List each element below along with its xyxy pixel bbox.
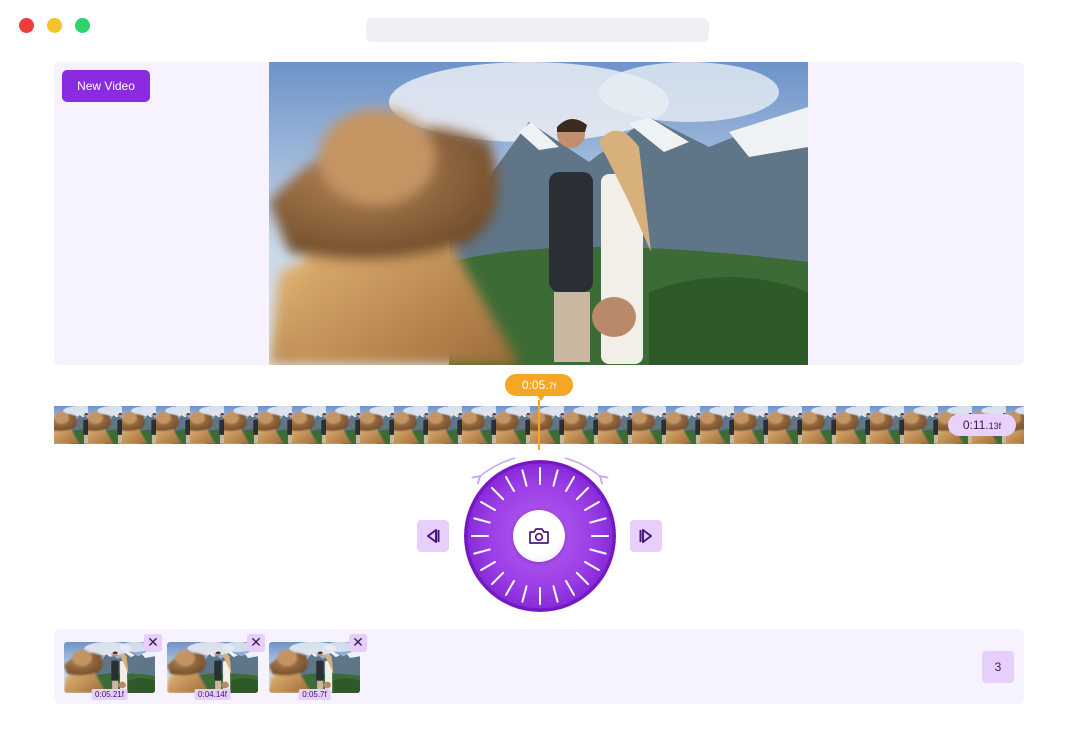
timeline-frame[interactable]: [666, 406, 700, 444]
timeline-frame[interactable]: [496, 406, 530, 444]
video-duration: 0:11.13f: [948, 414, 1016, 436]
playhead-timecode: 0:05.7f: [505, 374, 573, 396]
timeline-frame[interactable]: [88, 406, 122, 444]
capture-frame-button[interactable]: [513, 510, 565, 562]
timeline-frame[interactable]: [598, 406, 632, 444]
timeline-frame[interactable]: [394, 406, 428, 444]
playhead-time: 0:05.: [521, 378, 549, 392]
step-back-icon: [427, 529, 440, 543]
next-frame-button[interactable]: [630, 520, 662, 552]
timeline-frame[interactable]: [156, 406, 190, 444]
duration-frame: 13f: [988, 421, 1002, 431]
timeline-frame[interactable]: [734, 406, 768, 444]
timeline-frame[interactable]: [360, 406, 394, 444]
timeline-frame[interactable]: [258, 406, 292, 444]
snapshot-item[interactable]: ✕ 0:05.21f: [64, 634, 162, 700]
close-icon[interactable]: ✕: [144, 634, 162, 652]
snapshot-thumbnail[interactable]: [269, 642, 360, 693]
timeline-frame[interactable]: [326, 406, 360, 444]
timeline-frame[interactable]: [292, 406, 326, 444]
snapshot-item[interactable]: ✕ 0:05.7f: [269, 634, 367, 700]
timeline-frame[interactable]: [904, 406, 938, 444]
window-minimize-dot[interactable]: [47, 18, 62, 33]
snapshot-timestamp: 0:05.21f: [91, 689, 128, 700]
duration-time: 0:11.: [962, 418, 989, 432]
timeline-frame[interactable]: [700, 406, 734, 444]
camera-icon: [529, 528, 549, 544]
close-icon[interactable]: ✕: [247, 634, 265, 652]
close-icon[interactable]: ✕: [349, 634, 367, 652]
snapshot-tray: ✕ 0:05.21f ✕ 0:04.14f ✕ 0:05.7f 3: [54, 629, 1024, 704]
snapshot-thumbnail[interactable]: [64, 642, 155, 693]
playhead-frame: 7f: [548, 381, 557, 391]
window-close-dot[interactable]: [19, 18, 34, 33]
timeline-frame[interactable]: [632, 406, 666, 444]
timeline-frame[interactable]: [870, 406, 904, 444]
video-stage: New Video: [54, 62, 1024, 365]
timeline-frame[interactable]: [802, 406, 836, 444]
timeline-frame[interactable]: [54, 406, 88, 444]
timeline-frame[interactable]: [190, 406, 224, 444]
timeline-frame[interactable]: [768, 406, 802, 444]
playhead-line[interactable]: [538, 400, 540, 450]
snapshot-item[interactable]: ✕ 0:04.14f: [167, 634, 265, 700]
address-bar[interactable]: [366, 18, 709, 42]
step-forward-icon: [639, 529, 652, 543]
timeline-frame[interactable]: [122, 406, 156, 444]
timeline-frame[interactable]: [530, 406, 564, 444]
snapshot-count-badge[interactable]: 3: [982, 651, 1014, 683]
previous-frame-button[interactable]: [417, 520, 449, 552]
video-preview: [269, 62, 808, 365]
snapshot-timestamp: 0:04.14f: [194, 689, 231, 700]
timeline-frame[interactable]: [836, 406, 870, 444]
snapshot-timestamp: 0:05.7f: [298, 689, 331, 700]
window-zoom-dot[interactable]: [75, 18, 90, 33]
timeline-frame[interactable]: [564, 406, 598, 444]
timeline-frame[interactable]: [462, 406, 496, 444]
timeline-frame[interactable]: [428, 406, 462, 444]
new-video-button[interactable]: New Video: [62, 70, 150, 102]
timeline-frame[interactable]: [224, 406, 258, 444]
snapshot-thumbnail[interactable]: [167, 642, 258, 693]
